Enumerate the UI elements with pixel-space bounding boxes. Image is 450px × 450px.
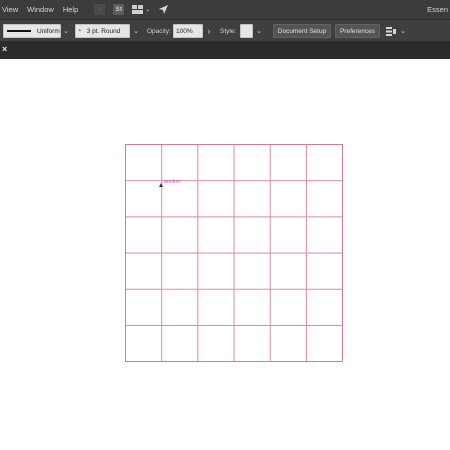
document-setup-button[interactable]: Document Setup xyxy=(273,24,331,38)
arrange-documents-icon[interactable] xyxy=(132,4,144,15)
menu-view[interactable]: View xyxy=(0,5,22,14)
cursor-tooltip: anchor xyxy=(164,179,181,185)
preferences-button[interactable]: Preferences xyxy=(335,24,380,38)
stroke-profile-chevron-icon[interactable]: ⌄ xyxy=(62,24,70,38)
menu-help[interactable]: Help xyxy=(61,5,82,14)
arrange-panel-icon[interactable] xyxy=(385,24,397,38)
stroke-profile-value: Uniform xyxy=(37,27,60,35)
workspace-switcher[interactable]: Essen xyxy=(427,0,450,19)
arrange-chevron-icon[interactable]: ⌄ xyxy=(145,6,150,13)
graphic-style-swatch[interactable] xyxy=(240,24,253,38)
brush-dot-icon: • xyxy=(79,28,81,34)
stroke-profile-dropdown[interactable]: Uniform xyxy=(3,24,61,38)
artboard-grid[interactable] xyxy=(125,144,343,362)
stock-icon[interactable]: St xyxy=(113,4,125,15)
gpu-rocket-icon[interactable] xyxy=(158,4,169,15)
control-bar: Uniform ⌄ • 3 pt. Round ⌄ Opacity: 100% … xyxy=(0,19,450,42)
opacity-input[interactable]: 100% xyxy=(173,24,203,38)
pointer-cursor-icon xyxy=(159,183,163,187)
opacity-label: Opacity: xyxy=(147,27,171,35)
brush-definition-value: 3 pt. Round xyxy=(86,27,121,35)
close-tab-icon[interactable]: × xyxy=(2,44,7,54)
menu-window[interactable]: Window xyxy=(25,5,58,14)
arrange-panel-chevron-icon[interactable]: ⌄ xyxy=(399,24,407,38)
graphic-style-chevron-icon[interactable]: ⌄ xyxy=(255,24,263,38)
opacity-arrow-icon[interactable]: › xyxy=(206,24,212,38)
menu-bar: View Window Help ▪ St ⌄ Essen xyxy=(0,0,450,19)
document-tab-strip: × xyxy=(0,42,450,59)
stroke-preview-icon xyxy=(7,30,31,32)
style-label: Style: xyxy=(220,27,237,35)
bridge-icon[interactable]: ▪ xyxy=(94,4,106,15)
brush-definition-dropdown[interactable]: • 3 pt. Round xyxy=(75,24,130,38)
brush-definition-chevron-icon[interactable]: ⌄ xyxy=(132,24,140,38)
